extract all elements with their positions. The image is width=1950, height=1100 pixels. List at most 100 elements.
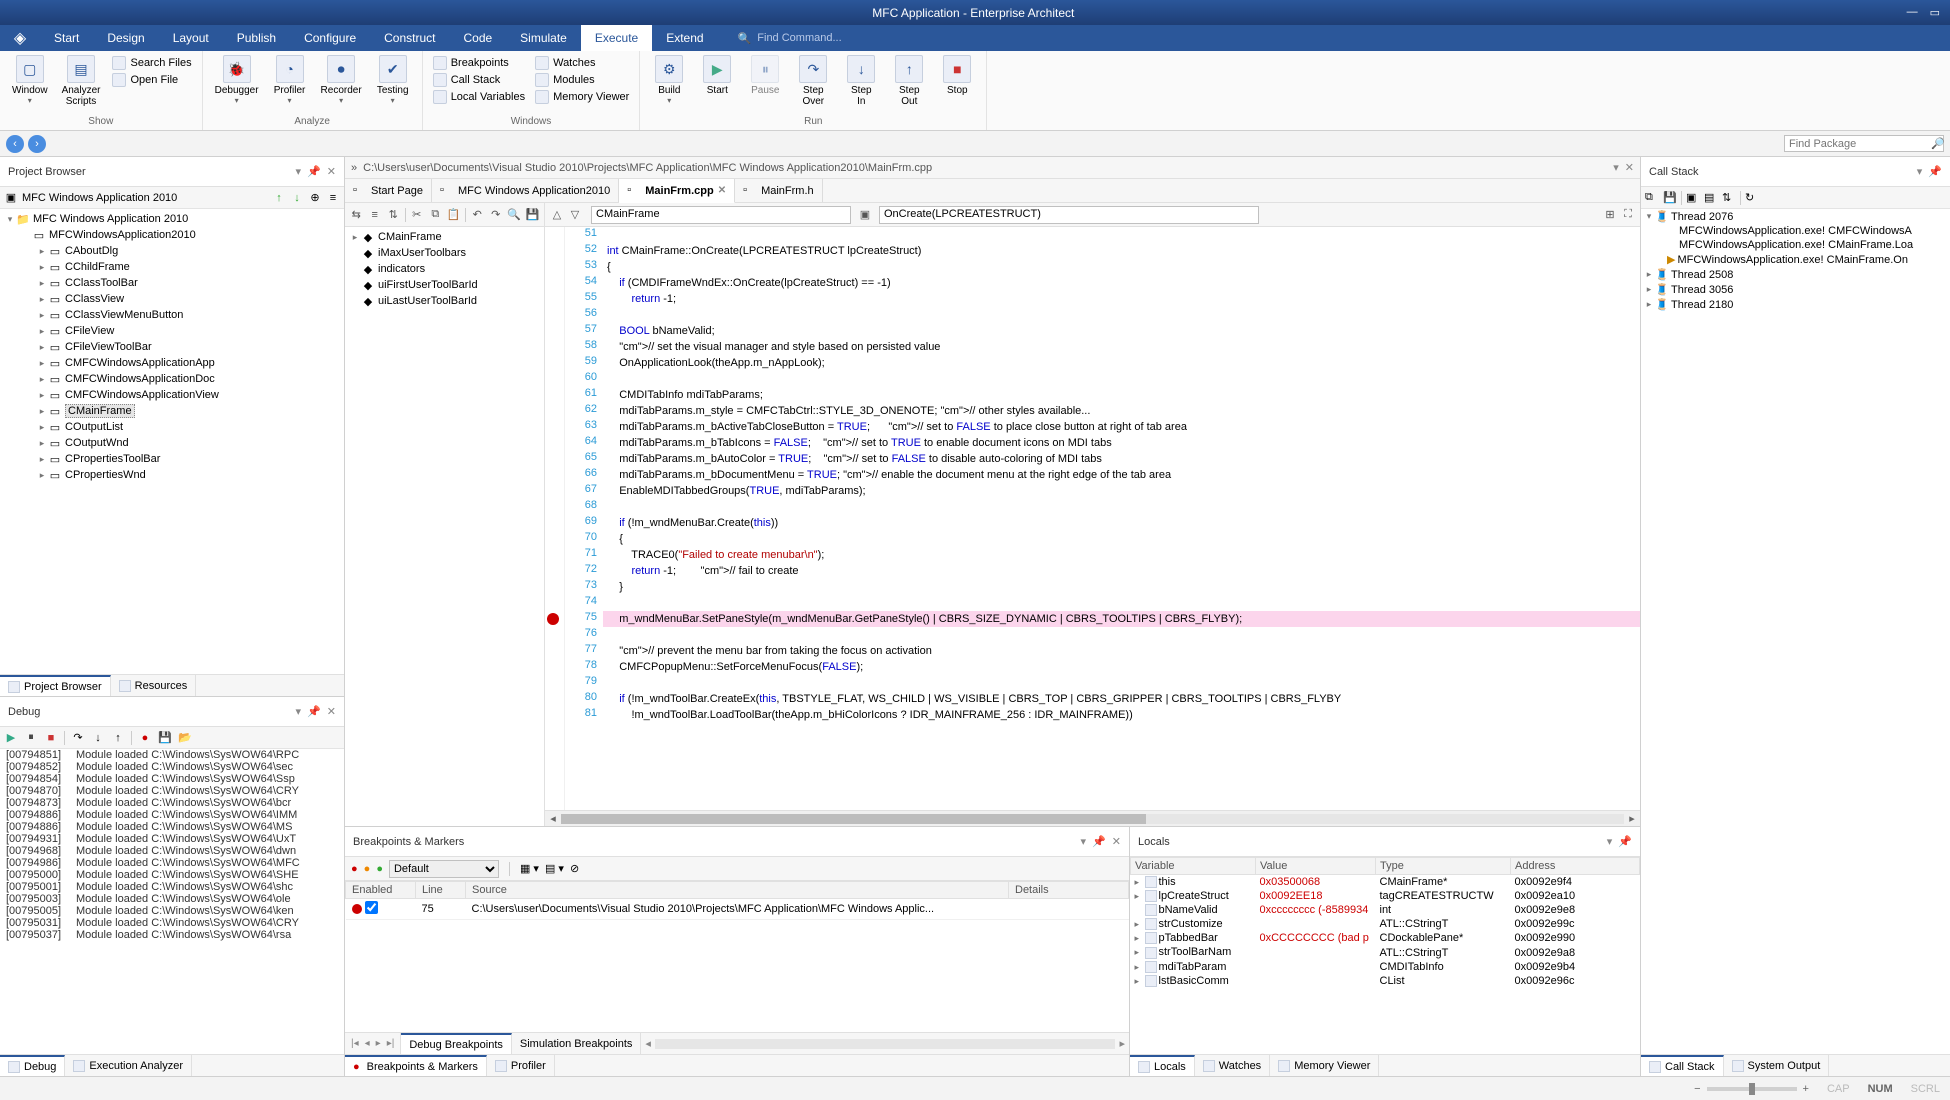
step-in-button[interactable]: ↓Step In [838, 53, 884, 109]
build-button[interactable]: ⚙Build▾ [646, 53, 692, 107]
ribbon-tab-layout[interactable]: Layout [159, 25, 223, 51]
frame-row[interactable]: MFCWindowsApplication.exe! CMFCWindowsA [1641, 224, 1950, 238]
save-icon[interactable]: 💾 [526, 207, 541, 223]
scroll-right-icon[interactable]: ▸ [1624, 812, 1640, 825]
outline-tree[interactable]: ▸◆CMainFrame◆iMaxUserToolbars◆indicators… [345, 227, 544, 826]
undo-icon[interactable]: ↶ [470, 207, 485, 223]
app-logo-icon[interactable]: ◈ [0, 25, 40, 51]
new-icon[interactable]: ⊕ [308, 191, 322, 205]
start-button[interactable]: ▶Start [694, 53, 740, 98]
ribbon-tab-start[interactable]: Start [40, 25, 93, 51]
bp-disable-icon[interactable]: ● [364, 863, 371, 875]
tree-item[interactable]: ▸▭CMFCWindowsApplicationApp [0, 355, 344, 371]
pin-icon[interactable]: 📌 [1928, 165, 1942, 178]
split-icon[interactable]: ⊞ [1602, 207, 1618, 223]
analyzer-scripts-button[interactable]: ▤Analyzer Scripts [56, 53, 107, 109]
thread-row[interactable]: ▸🧵Thread 2180 [1641, 297, 1950, 312]
run-icon[interactable]: ▶ [4, 731, 18, 745]
thread-row[interactable]: ▸🧵Thread 3056 [1641, 282, 1950, 297]
close-icon[interactable]: ✕ [1112, 835, 1121, 848]
bp-clear-icon[interactable]: ⊘ [570, 862, 579, 875]
ribbon-tab-construct[interactable]: Construct [370, 25, 449, 51]
stop-icon[interactable]: ■ [44, 731, 58, 745]
scroll-right-icon[interactable]: ▸ [1115, 1037, 1129, 1050]
bp-view1-icon[interactable]: ▦ ▾ [520, 862, 539, 875]
tree-item[interactable]: ▸▭CFileView [0, 323, 344, 339]
log-row[interactable]: [00795037]Module loaded C:\Windows\SysWO… [0, 929, 344, 941]
log-row[interactable]: [00794854]Module loaded C:\Windows\SysWO… [0, 773, 344, 785]
scroll-left-icon[interactable]: ◂ [545, 812, 561, 825]
nav-back-button[interactable]: ‹ [6, 135, 24, 153]
breakpoints-button[interactable]: Breakpoints [429, 55, 529, 71]
tree-item[interactable]: ▸▭CMFCWindowsApplicationDoc [0, 371, 344, 387]
ribbon-tab-execute[interactable]: Execute [581, 25, 652, 51]
find-command[interactable]: 🔍 Find Command... [738, 25, 842, 51]
zoom-in-icon[interactable]: + [1803, 1083, 1809, 1095]
debug-log[interactable]: [00794851]Module loaded C:\Windows\SysWO… [0, 749, 344, 1054]
tree-item[interactable]: ▾📁MFC Windows Application 2010 [0, 211, 344, 227]
tree-item[interactable]: ▸▭CMFCWindowsApplicationView [0, 387, 344, 403]
locals-table[interactable]: Variable Value Type Address ▸this0x03500… [1130, 857, 1640, 1054]
step-out-button[interactable]: ↑Step Out [886, 53, 932, 109]
local-row[interactable]: ▸pTabbedBar0xCCCCCCCC (bad pCDockablePan… [1131, 931, 1640, 945]
bp-enabled-checkbox[interactable] [365, 901, 378, 914]
tree-item[interactable]: ▸▭CClassToolBar [0, 275, 344, 291]
log-row[interactable]: [00794886]Module loaded C:\Windows\SysWO… [0, 821, 344, 833]
dropdown-icon[interactable]: ▾ [1613, 161, 1619, 174]
local-row[interactable]: ▸strToolBarNamATL::CStringT0x0092e9a8 [1131, 945, 1640, 959]
bp-delete-icon[interactable]: ● [351, 863, 358, 875]
callstack-tree[interactable]: ▾🧵Thread 2076MFCWindowsApplication.exe! … [1641, 209, 1950, 1054]
log-row[interactable]: [00794931]Module loaded C:\Windows\SysWO… [0, 833, 344, 845]
col-enabled[interactable]: Enabled [346, 882, 416, 899]
thread-row[interactable]: ▸🧵Thread 2508 [1641, 267, 1950, 282]
log-row[interactable]: [00795031]Module loaded C:\Windows\SysWO… [0, 917, 344, 929]
close-icon[interactable]: ✕ [327, 165, 336, 178]
minimize-icon[interactable]: — [1907, 6, 1918, 19]
step-over-button[interactable]: ↷Step Over [790, 53, 836, 109]
tree-item[interactable]: ▭MFCWindowsApplication2010 [0, 227, 344, 243]
cs-tool2-icon[interactable]: ▤ [1704, 191, 1718, 205]
ribbon-tab-publish[interactable]: Publish [223, 25, 290, 51]
bp-prev-icon[interactable]: ◂ [363, 1038, 372, 1049]
redo-icon[interactable]: ↷ [489, 207, 504, 223]
col-value[interactable]: Value [1256, 858, 1376, 875]
tree-item[interactable]: ▸▭CMainFrame [0, 403, 344, 419]
ribbon-tab-code[interactable]: Code [449, 25, 506, 51]
local-row[interactable]: ▸lstBasicCommCList0x0092e96c [1131, 974, 1640, 988]
sort-icon[interactable]: ⇅ [386, 207, 401, 223]
class-selector[interactable]: CMainFrame [591, 206, 851, 224]
col-details[interactable]: Details [1009, 882, 1129, 899]
log-row[interactable]: [00794852]Module loaded C:\Windows\SysWO… [0, 761, 344, 773]
bp-filter-select[interactable]: Default [389, 860, 499, 878]
tree-item[interactable]: ▸▭CAboutDlg [0, 243, 344, 259]
dropdown-icon[interactable]: ▾ [296, 705, 302, 718]
bp-view2-icon[interactable]: ▤ ▾ [545, 862, 564, 875]
cs-tool3-icon[interactable]: ⇅ [1722, 191, 1736, 205]
nav-expand-icon[interactable]: » [351, 162, 357, 174]
dropdown-icon[interactable]: ▾ [296, 165, 302, 178]
log-row[interactable]: [00795000]Module loaded C:\Windows\SysWO… [0, 869, 344, 881]
local-variables-button[interactable]: Local Variables [429, 89, 529, 105]
ribbon-tab-design[interactable]: Design [93, 25, 158, 51]
breakpoint-marker-icon[interactable] [547, 613, 559, 625]
bp-last-icon[interactable]: ▸| [385, 1038, 397, 1049]
profiler-button[interactable]: ◔Profiler▾ [267, 53, 313, 107]
log-row[interactable]: [00794870]Module loaded C:\Windows\SysWO… [0, 785, 344, 797]
bp-next-icon[interactable]: ▸ [374, 1038, 383, 1049]
paste-icon[interactable]: 📋 [447, 207, 462, 223]
pin-icon[interactable]: 📌 [307, 165, 321, 178]
menu-icon[interactable]: ≡ [326, 191, 340, 205]
log-row[interactable]: [00794968]Module loaded C:\Windows\SysWO… [0, 845, 344, 857]
cs-refresh-icon[interactable]: ↻ [1745, 191, 1759, 205]
window-button[interactable]: ▢Window▾ [6, 53, 54, 107]
code-hscroll[interactable]: ◂ ▸ [545, 810, 1640, 826]
pin-icon[interactable]: 📌 [1092, 835, 1106, 848]
bp-row[interactable]: 75C:\Users\user\Documents\Visual Studio … [346, 899, 1129, 920]
tree-item[interactable]: ◆indicators [345, 261, 544, 277]
code-editor[interactable]: 5152535455565758596061626364656667686970… [545, 227, 1640, 810]
dropdown-icon[interactable]: ▾ [1917, 165, 1923, 178]
tree-item[interactable]: ▸▭CPropertiesWnd [0, 467, 344, 483]
pause-button[interactable]: ⏸Pause [742, 53, 788, 98]
thread-row[interactable]: ▾🧵Thread 2076 [1641, 209, 1950, 224]
modules-button[interactable]: Modules [531, 72, 633, 88]
